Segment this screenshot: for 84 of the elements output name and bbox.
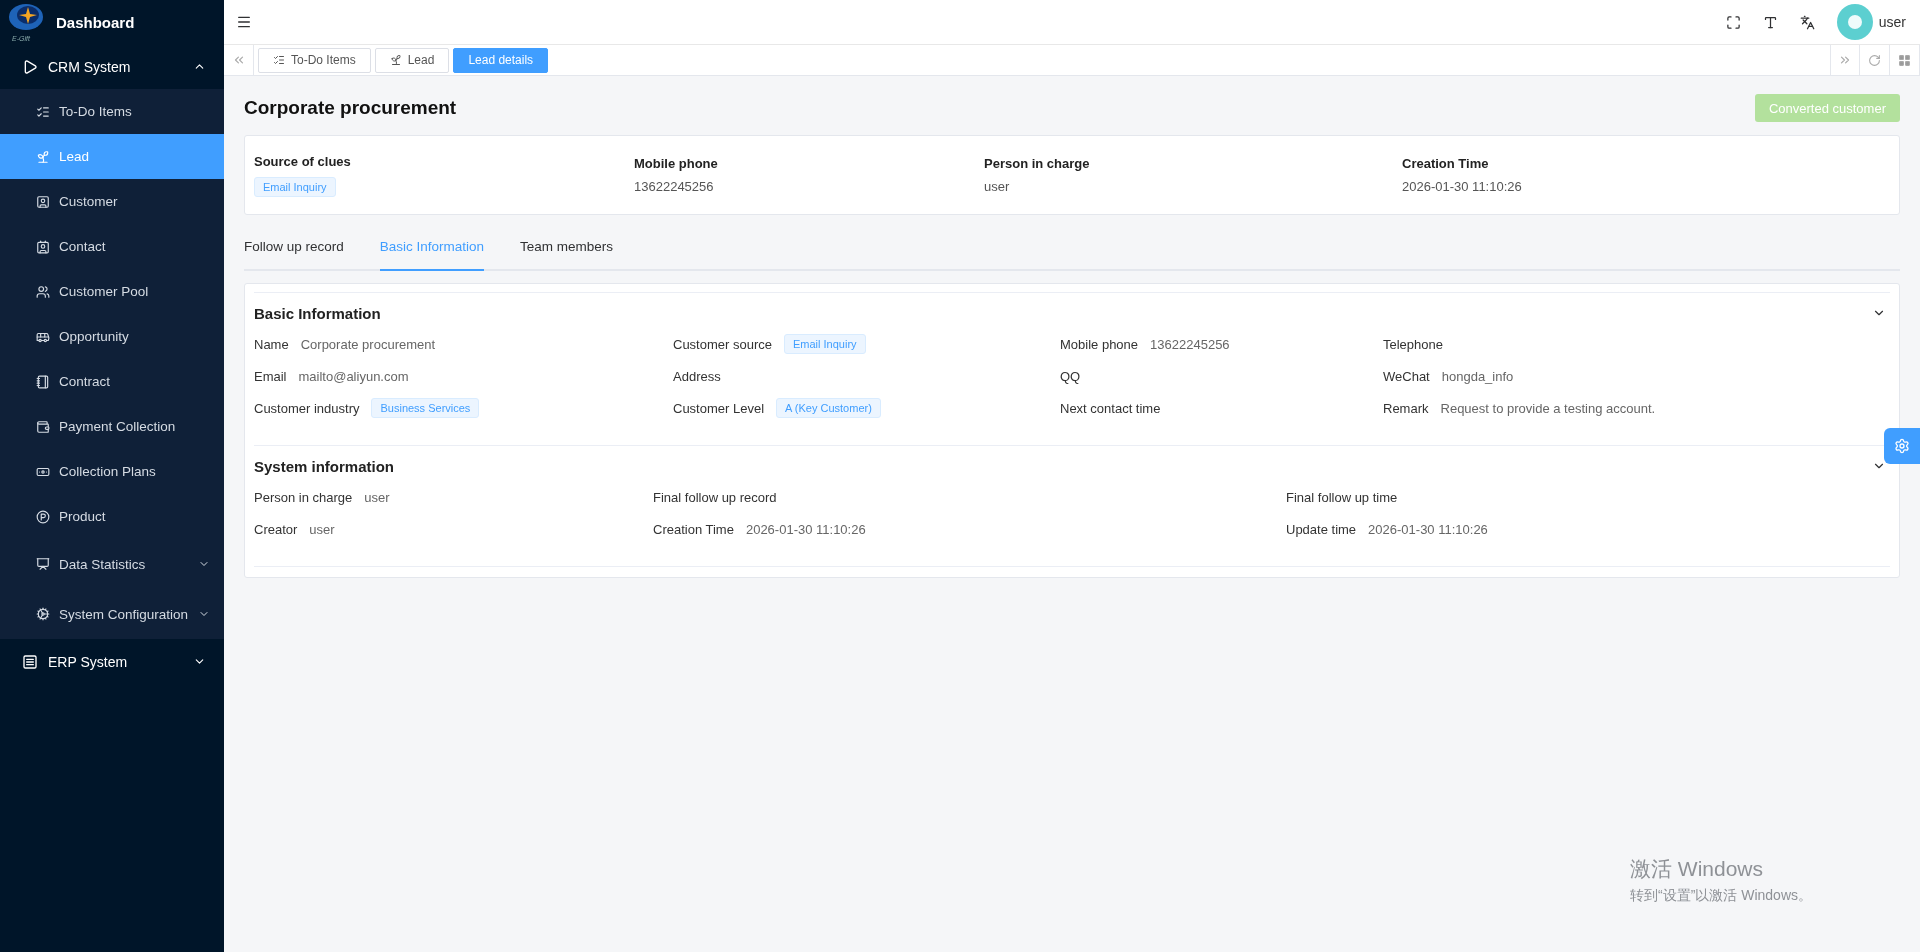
double-chevron-right-icon: [1838, 53, 1852, 67]
field-label: QQ: [1060, 368, 1081, 384]
menu-item[interactable]: Contract: [0, 359, 224, 404]
source-tag: Email Inquiry: [254, 176, 336, 197]
grid-icon: [1898, 53, 1911, 67]
field-label: Customer industry: [254, 400, 360, 416]
activation-title: 激活 Windows: [1630, 856, 1765, 882]
menu-item[interactable]: Collection Plans: [0, 449, 224, 494]
summary-label: Mobile phone: [634, 156, 718, 171]
field-label: Update time: [1286, 521, 1357, 537]
page-tab[interactable]: Lead: [374, 47, 450, 73]
menu-item-icon: [36, 239, 50, 254]
submenu-item[interactable]: Data Statistics: [0, 539, 224, 589]
menu-item-icon: [36, 419, 50, 434]
detail-tab[interactable]: Follow up record: [244, 237, 344, 271]
menu-item[interactable]: Payment Collection: [0, 404, 224, 449]
field-label: Name: [254, 336, 289, 352]
field-label: Next contact time: [1060, 400, 1161, 416]
field-value: 2026-01-30 11:10:26: [745, 521, 866, 537]
summary-label: Source of clues: [254, 153, 351, 169]
field-value: hongda_info: [1441, 368, 1514, 384]
menu-item[interactable]: To-Do Items: [0, 89, 224, 134]
menu-box-icon: [22, 653, 38, 670]
value-tag: A (Key Customer): [776, 398, 881, 418]
menu-item-icon: [36, 194, 50, 209]
value-tag: Business Services: [371, 398, 480, 418]
menu-item[interactable]: Customer: [0, 179, 224, 224]
menu-item[interactable]: Contact: [0, 224, 224, 269]
summary-value: user: [984, 179, 1010, 194]
field-value: Request to provide a testing account.: [1440, 400, 1656, 416]
field-label: Creation Time: [653, 521, 734, 537]
play-icon: [22, 58, 38, 75]
menu-icon[interactable]: [236, 14, 252, 30]
field-value: 2026-01-30 11:10:26: [1368, 521, 1488, 537]
field-label: Remark: [1383, 400, 1429, 416]
fullscreen-icon[interactable]: [1725, 14, 1741, 30]
summary-value: 13622245256: [634, 179, 714, 194]
activation-text: 转到“设置”以激活 Windows。: [1630, 887, 1812, 905]
page-title: Corporate procurement: [244, 97, 457, 119]
menu-item-icon: [36, 509, 50, 524]
field-label: Customer Level: [673, 400, 765, 416]
field-label: Address: [673, 368, 721, 384]
field-label: Customer source: [673, 336, 772, 352]
menu-item-icon: [36, 557, 50, 571]
menu-group[interactable]: CRM System: [0, 44, 224, 89]
menu-item-icon: [36, 607, 50, 621]
font-size-icon[interactable]: [1762, 14, 1778, 30]
field-label: Person in charge: [254, 489, 353, 505]
field-value: user: [364, 489, 390, 505]
checklist-icon: [273, 54, 285, 66]
field-label: Final follow up record: [653, 489, 777, 505]
field-value: mailto@aliyun.com: [298, 368, 409, 384]
page-tab[interactable]: To-Do Items: [258, 47, 371, 73]
menu-item[interactable]: Customer Pool: [0, 269, 224, 314]
field-label: Creator: [254, 521, 298, 537]
user-name[interactable]: user: [1878, 14, 1906, 30]
section-title: Basic Information: [254, 304, 381, 322]
field-label: Final follow up time: [1286, 489, 1398, 505]
submenu-item[interactable]: System Configuration: [0, 589, 224, 639]
menu-item-icon: [36, 149, 50, 164]
menu-item-icon: [36, 284, 50, 299]
menu-item-icon: [36, 104, 50, 119]
field-value: 13622245256: [1150, 336, 1230, 352]
menu-item[interactable]: Product: [0, 494, 224, 539]
refresh-icon: [1868, 53, 1881, 67]
sprout-icon: [389, 54, 402, 66]
translate-icon[interactable]: [1799, 14, 1815, 30]
summary-label: Person in charge: [984, 156, 1090, 171]
menu-item-icon: [36, 374, 50, 389]
field-label: Mobile phone: [1060, 336, 1139, 352]
field-value: Corporate procurement: [300, 336, 436, 352]
value-tag: Email Inquiry: [784, 334, 866, 354]
field-label: WeChat: [1383, 368, 1430, 384]
summary-value: 2026-01-30 11:10:26: [1402, 179, 1522, 194]
app-title: Dashboard: [56, 13, 135, 31]
field-label: Telephone: [1383, 336, 1443, 352]
detail-tab[interactable]: Team members: [520, 237, 614, 271]
section-title: System information: [254, 457, 395, 475]
summary-label: Creation Time: [1402, 156, 1489, 171]
field-label: Email: [254, 368, 287, 384]
settings-icon: [1894, 438, 1910, 454]
field-value: user: [309, 521, 335, 537]
menu-item[interactable]: Opportunity: [0, 314, 224, 359]
menu-group[interactable]: ERP System: [0, 639, 224, 684]
